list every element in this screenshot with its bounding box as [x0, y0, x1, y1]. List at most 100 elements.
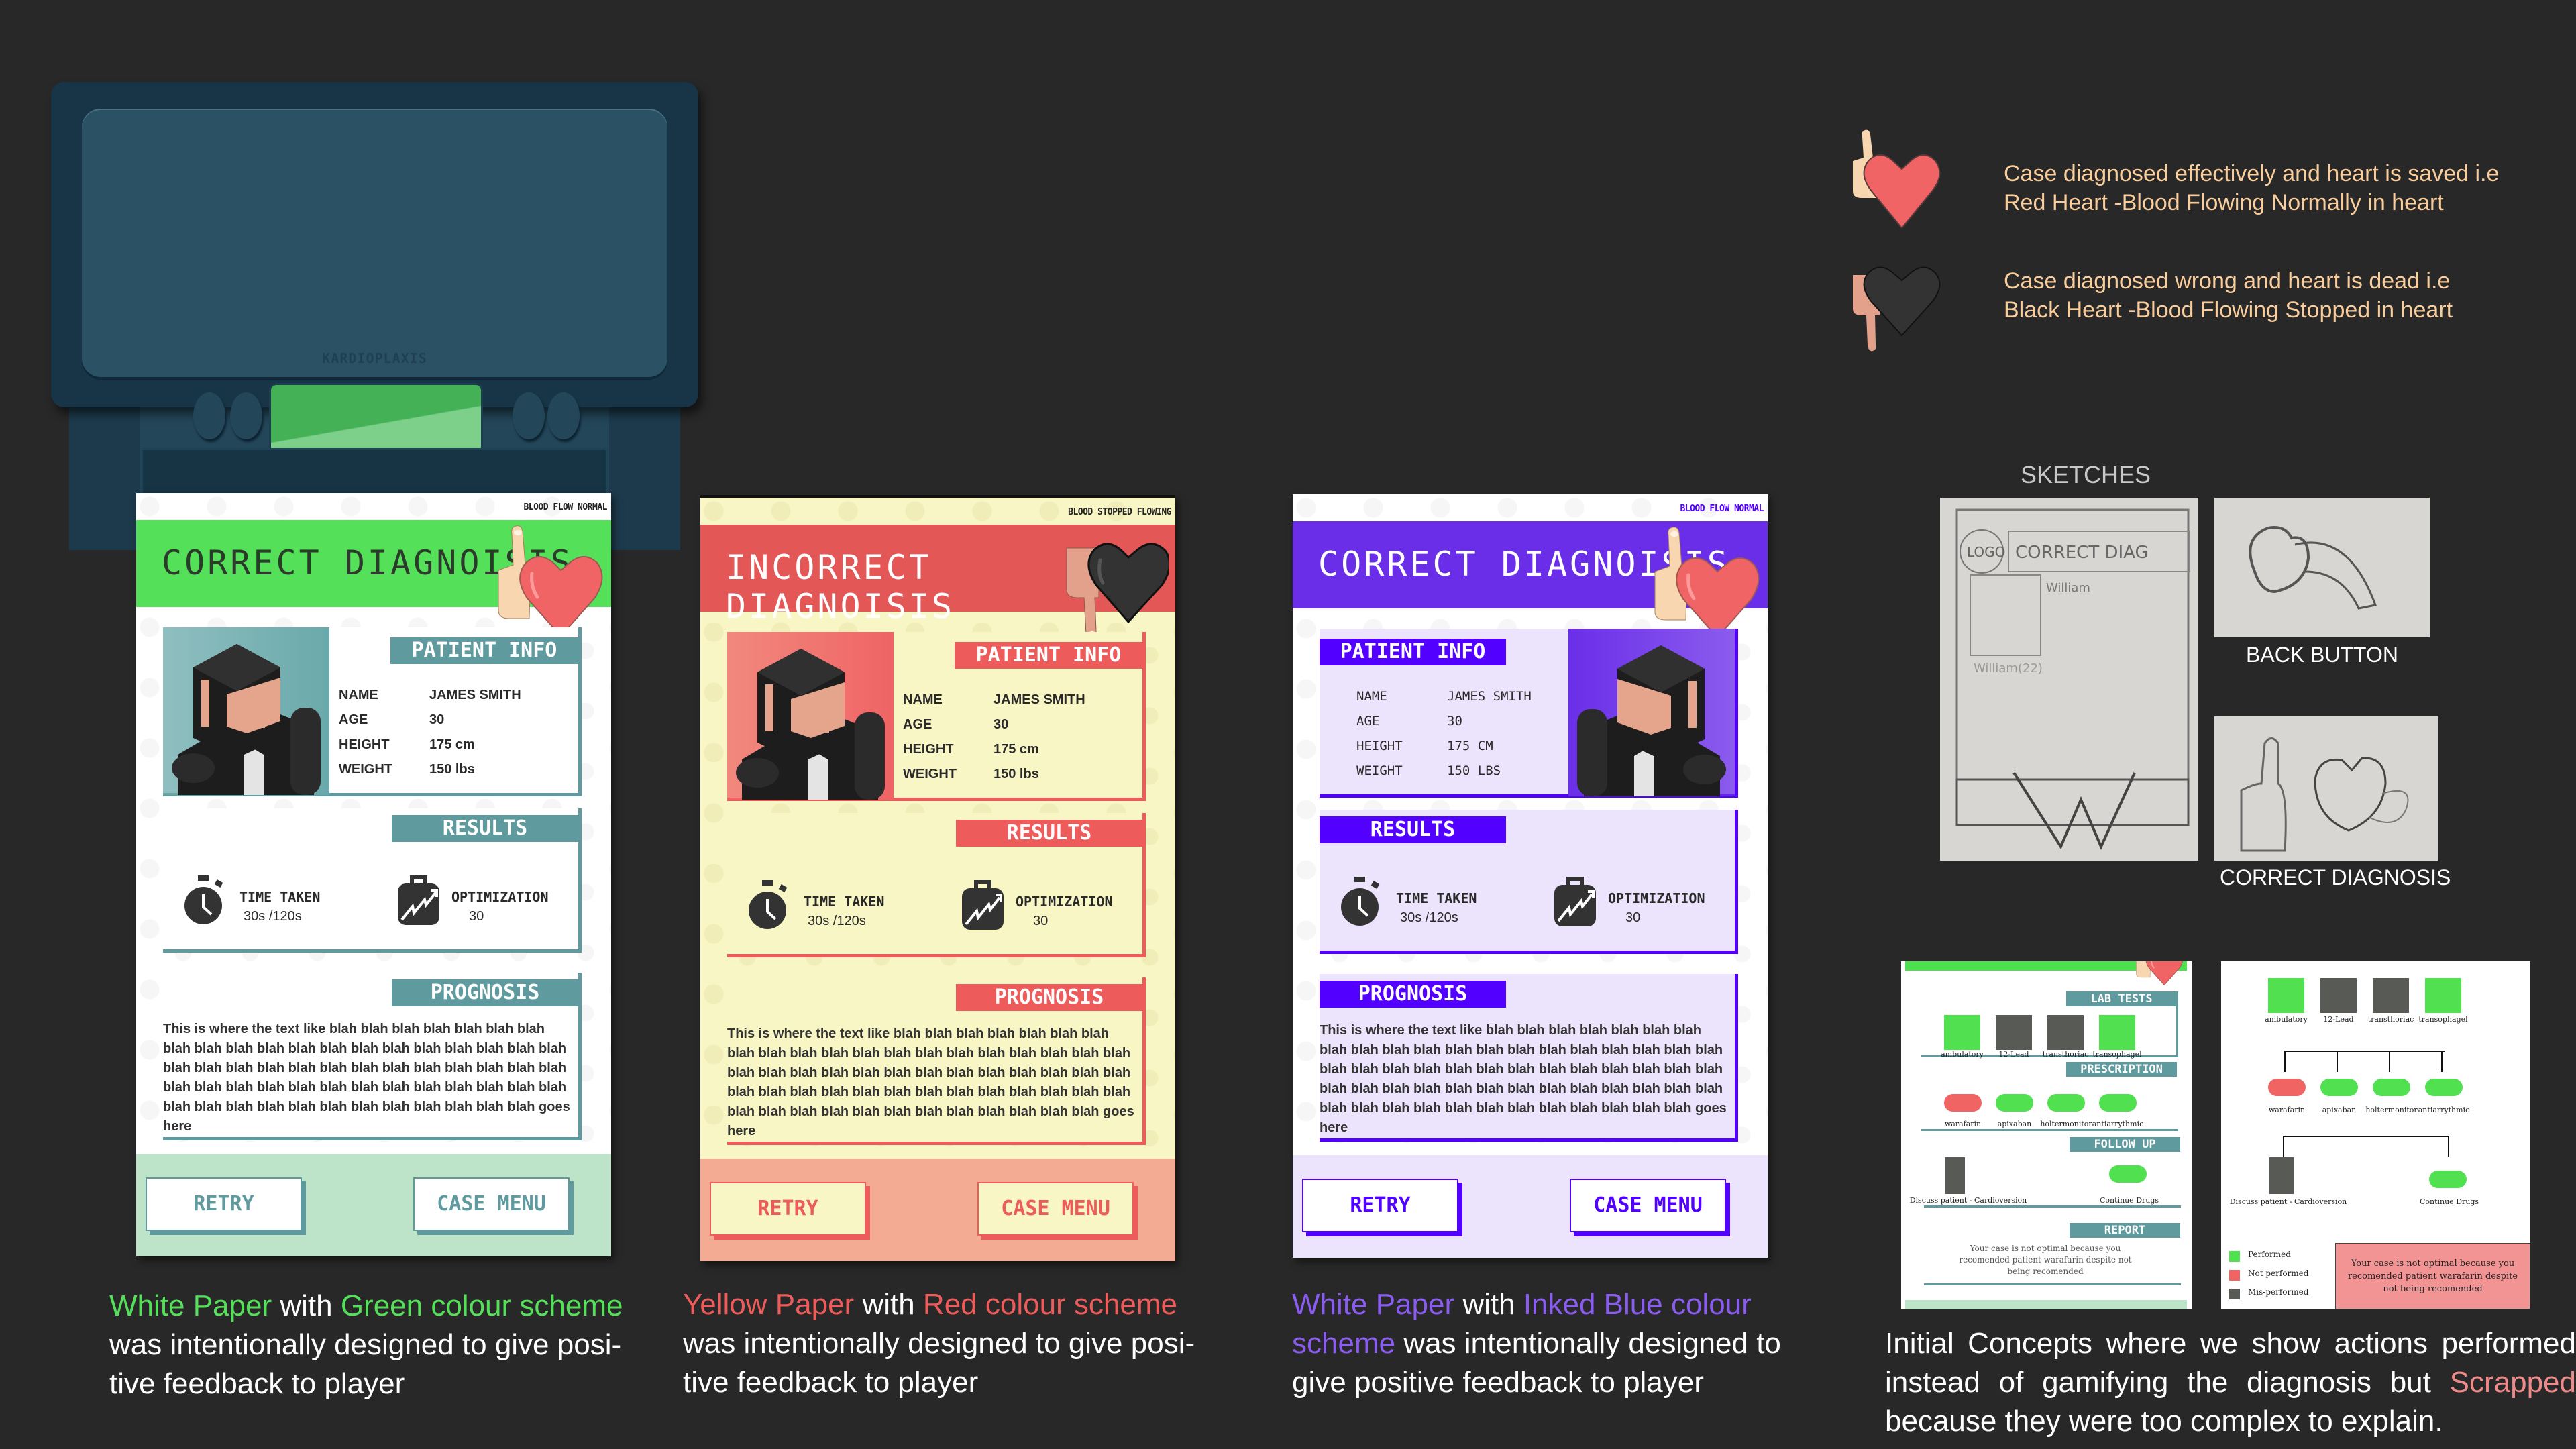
info-value: 150 lbs [994, 767, 1039, 782]
legend-item-correct: Case diagnosed effectively and heart is … [2004, 160, 2499, 217]
concept-footer [1905, 1300, 2187, 1309]
report-heading: REPORT [2070, 1223, 2180, 1238]
time-taken-value: 30s /120s [808, 914, 866, 928]
thumbs-up-red-heart-icon [490, 523, 611, 637]
patient-info-row: HEIGHT 175 cm [903, 742, 1085, 767]
prescription-pill [2425, 1079, 2463, 1096]
legend-line: Black Heart -Blood Flowing Stopped in he… [2004, 297, 2453, 323]
patient-info-panel: PATIENT INFO NAME JAMES SMITH AGE 30 HEIGHT 17… [163, 627, 582, 796]
prognosis-heading: PROGNOSIS [392, 979, 578, 1006]
connector-line [2389, 1051, 2390, 1072]
growth-chart-icon [1554, 877, 1596, 930]
follow-up-cardioversion-box [2269, 1157, 2294, 1194]
prescription-label: holtermonitor [2365, 1106, 2418, 1114]
info-value: 150 LBS [1447, 763, 1501, 778]
prescription-pill [1944, 1094, 1982, 1112]
result-card-green: BLOOD FLOW NORMAL CORRECT DIAGNOISIS PATIE… [136, 493, 611, 1256]
sketch-correct-diagnosis [2214, 716, 2438, 861]
optimization-value: 30 [469, 909, 484, 924]
printer-knob[interactable] [513, 392, 545, 439]
legend-line: Case diagnosed effectively and heart is … [2004, 161, 2500, 186]
follow-up-label: Discuss patient - Cardioversion [1909, 1196, 2027, 1205]
caption-segment: White Paper [1292, 1288, 1455, 1321]
follow-up-cardioversion-box [1945, 1157, 1965, 1194]
patient-info-table: NAME JAMES SMITH AGE 30 HEIGHT 175 CM WEIGHT 15… [1356, 689, 1532, 788]
prescription-pill [2047, 1094, 2085, 1112]
thumbs-up-red-heart-icon [1838, 127, 1945, 229]
thumbs-down-black-heart-icon [1838, 262, 1945, 362]
prognosis-text: This is where the text like blah blah bl… [727, 1026, 1134, 1138]
optimization-stat: OPTIMIZATION 30 [398, 875, 549, 929]
caption-segment: with [1454, 1288, 1523, 1321]
case-menu-button[interactable]: CASE MENU [413, 1177, 570, 1231]
printer-knob[interactable] [193, 392, 225, 439]
info-value: JAMES SMITH [1447, 689, 1532, 704]
back-button-caption: BACK BUTTON [2246, 643, 2398, 667]
caption-segment: was intentionally designed to give posi-… [683, 1327, 1195, 1399]
time-taken-stat: TIME TAKEN 30s /120s [183, 875, 320, 929]
info-value: 30 [994, 717, 1009, 732]
result-card-red: BLOOD STOPPED FLOWING INCORRECT DIAGNOISI… [700, 495, 1175, 1261]
printer: KARDIOPLAXIS [51, 82, 698, 504]
report-text: Your case is not optimal because you rec… [1959, 1244, 2132, 1276]
prognosis-text: This is where the text like blah blah bl… [1320, 1023, 1727, 1135]
prescription-pill [2320, 1079, 2358, 1096]
prognosis-heading: PROGNOSIS [956, 984, 1142, 1011]
follow-up-continue-pill [2429, 1171, 2467, 1188]
connector-line [2283, 1136, 2284, 1157]
caption-segment: with [272, 1289, 341, 1322]
time-taken-value: 30s /120s [244, 909, 302, 924]
sketch-name-text: William [2046, 581, 2090, 595]
info-label: AGE [1356, 714, 1380, 729]
prognosis-heading: PROGNOSIS [1320, 981, 1506, 1008]
results-panel: RESULTS TIME TAKEN 30s /120s OPTIMIZATION 30 [727, 813, 1146, 957]
results-heading: RESULTS [956, 820, 1142, 847]
patient-info-row: NAME JAMES SMITH [1356, 689, 1532, 714]
info-value: 175 CM [1447, 739, 1493, 753]
concept-2: ambulatory 12-Lead transthoriac transophage… [2221, 961, 2530, 1309]
prescription-label: warafarin [2268, 1106, 2306, 1114]
info-label: WEIGHT [1356, 763, 1403, 778]
sketches-title: SKETCHES [2021, 461, 2151, 488]
legend-line: Case diagnosed wrong and heart is dead i… [2004, 268, 2451, 294]
patient-info-heading: PATIENT INFO [390, 637, 578, 664]
sketch-name2-text: William(22) [1974, 661, 2043, 676]
patient-info-heading: PATIENT INFO [955, 642, 1142, 669]
follow-up-continue-pill [2109, 1165, 2147, 1183]
info-value: 175 cm [994, 742, 1039, 757]
legend-swatch [2229, 1289, 2240, 1299]
divider [1924, 1283, 2181, 1285]
prognosis-panel: PROGNOSIS This is where the text like bla… [1320, 974, 1738, 1142]
card-footer: RETRY CASE MENU [1293, 1155, 1768, 1258]
time-taken-label: TIME TAKEN [239, 889, 321, 905]
case-menu-button[interactable]: CASE MENU [1570, 1179, 1726, 1232]
caption-segment: because they were too complex to explain… [1885, 1405, 2443, 1438]
time-taken-value: 30s /120s [1400, 910, 1458, 925]
retry-button[interactable]: RETRY [146, 1177, 302, 1231]
case-menu-button[interactable]: CASE MENU [977, 1182, 1134, 1236]
connector-line [2284, 1051, 2286, 1072]
divider [1924, 1205, 2181, 1208]
legend-label: Performed [2248, 1250, 2291, 1259]
follow-up-label: Discuss patient - Cardioversion [2229, 1197, 2347, 1206]
caption-segment: White Paper [109, 1289, 272, 1322]
connector-line [2441, 1051, 2443, 1072]
time-taken-stat: TIME TAKEN 30s /120s [747, 880, 884, 934]
caption-concepts: Initial Concepts where we show actions p… [1885, 1324, 2576, 1441]
prescription-label: antiarrythmic [2092, 1120, 2144, 1128]
legend-label: Mis-performed [2248, 1287, 2309, 1297]
printer-knob[interactable] [230, 392, 262, 439]
retry-button[interactable]: RETRY [710, 1182, 866, 1236]
printer-knob[interactable] [547, 392, 580, 439]
prescription-pill [2268, 1079, 2306, 1096]
caption-segment: Scrapped [2449, 1366, 2576, 1399]
patient-info-row: HEIGHT 175 cm [339, 737, 521, 762]
patient-avatar [727, 632, 894, 800]
blood-flow-status: BLOOD FLOW NORMAL [523, 502, 607, 513]
retry-button[interactable]: RETRY [1302, 1179, 1458, 1232]
optimization-stat: OPTIMIZATION 30 [1554, 877, 1705, 930]
time-taken-stat: TIME TAKEN 30s /120s [1340, 877, 1477, 930]
info-label: HEIGHT [1356, 739, 1403, 753]
card-footer: RETRY CASE MENU [136, 1154, 611, 1256]
lab-test-square [2047, 1015, 2084, 1050]
